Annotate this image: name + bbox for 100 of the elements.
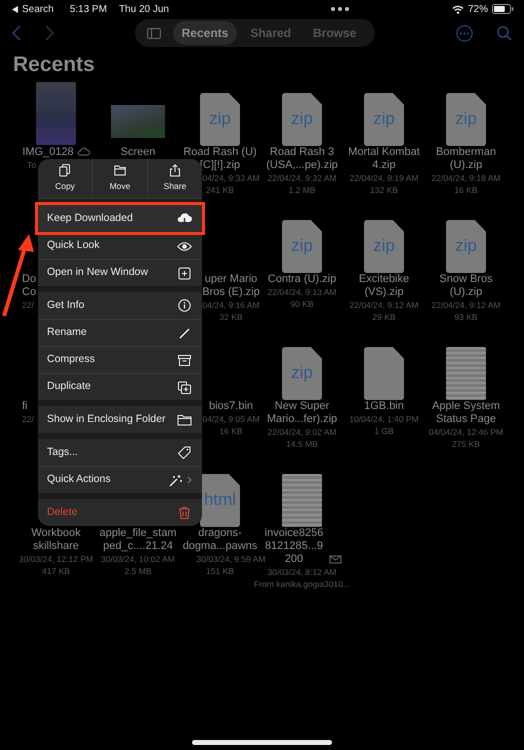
- file-date: To: [27, 159, 36, 171]
- action-button[interactable]: Share: [147, 159, 202, 198]
- battery-icon: [492, 4, 514, 14]
- file-size: From kanika.gogia3010...: [254, 578, 350, 590]
- document-thumbnail[interactable]: [282, 474, 322, 527]
- file-type-label: zip: [291, 234, 313, 257]
- action-button[interactable]: Move: [92, 159, 147, 198]
- file-name: Contra (U).zip: [266, 273, 338, 286]
- search-icon[interactable]: [496, 26, 512, 40]
- menu-item[interactable]: Get Info: [38, 292, 202, 319]
- magic-wand-icon: [168, 474, 183, 486]
- cloud-download-icon: [177, 212, 192, 225]
- battery-percent: 72%: [468, 2, 488, 16]
- file-type-label: zip: [455, 234, 477, 257]
- file-name: fi: [22, 400, 28, 413]
- file-size: 132 KB: [370, 184, 398, 196]
- file-date: 22/04/24, 9:13 AM: [268, 286, 336, 298]
- tab[interactable]: Recents: [172, 21, 238, 45]
- file-type-label: zip: [455, 108, 477, 130]
- trash-icon: [177, 506, 192, 519]
- file-type-label: zip: [373, 234, 395, 257]
- file-name: New Super Mario...fer).zip: [266, 400, 338, 426]
- multitasking-dots-icon[interactable]: [331, 7, 350, 11]
- file-name: Apple System Status Page: [431, 400, 501, 426]
- file-date: 30/03/24, 8:12 AM: [268, 566, 336, 578]
- back-label[interactable]: Search: [22, 2, 54, 16]
- screenshot-thumbnail[interactable]: [111, 105, 165, 138]
- wifi-icon: [452, 4, 464, 14]
- eye-icon: [177, 240, 192, 252]
- status-date: Thu 20 Jun: [118, 2, 169, 16]
- tag-icon: [177, 446, 192, 459]
- file-name: dragons-dogma...pawns: [182, 527, 258, 553]
- file-size: 417 KB: [42, 565, 70, 577]
- file-name: Co: [22, 286, 36, 299]
- file-info: 04/24, 9:16 AM: [202, 299, 260, 311]
- plus-square-icon: [177, 266, 192, 280]
- file-size: 29 KB: [372, 311, 396, 323]
- menu-item[interactable]: Rename: [38, 319, 202, 346]
- file-date: 22/04/24, 9:02 AM: [268, 426, 336, 438]
- file-type-label: zip: [373, 108, 395, 130]
- file-size: 1.2 MB: [288, 184, 316, 196]
- file-name: Bomberman (U).zip: [435, 146, 497, 172]
- file-date: 22/04/24, 9:12 AM: [350, 299, 418, 311]
- file-date: 22/04/24, 9:32 AM: [268, 172, 336, 184]
- file-name: apple_file_stam ped_c....21.24: [98, 527, 178, 553]
- file-type-label: html: [204, 488, 236, 511]
- menu-item[interactable]: Compress: [38, 346, 202, 373]
- file-size: 90 KB: [290, 298, 314, 310]
- file-size: 93 KB: [454, 311, 478, 323]
- pencil-icon: [177, 326, 192, 340]
- file-date: 04/04/24, 12:46 PM: [428, 426, 504, 438]
- file-icon[interactable]: [364, 347, 404, 400]
- chevron-icon: [187, 476, 192, 484]
- file-date: 10/04/24, 1:40 PM: [349, 413, 419, 425]
- file-size: 275 KB: [452, 438, 480, 450]
- menu-item[interactable]: Show in Enclosing Folder: [38, 406, 202, 433]
- file-name: Excitebike (VS).zip: [358, 273, 410, 299]
- folder-icon: [114, 164, 126, 178]
- copy-icon: [59, 164, 71, 178]
- forward-chevron-icon[interactable]: [45, 25, 54, 41]
- folder-icon: [177, 413, 192, 426]
- screenshot-thumbnail[interactable]: [36, 82, 76, 145]
- document-thumbnail[interactable]: [446, 347, 486, 400]
- more-icon[interactable]: [456, 24, 473, 42]
- menu-item[interactable]: Keep Downloaded: [38, 205, 202, 232]
- file-size: 151 KB: [206, 565, 234, 577]
- action-button[interactable]: Copy: [38, 159, 92, 198]
- back-triangle-icon: [12, 6, 18, 12]
- file-name: Screen: [120, 146, 156, 159]
- sidebar-icon[interactable]: [146, 28, 161, 38]
- file-date: 30/03/24, 12:12 PM: [18, 553, 94, 565]
- file-name: bios7.bin: [208, 400, 254, 413]
- file-name: IMG_0128: [22, 146, 74, 159]
- info-icon: [177, 299, 192, 312]
- file-size: 241 KB: [206, 184, 234, 196]
- duplicate-icon: [177, 380, 192, 394]
- status-time: 5:13 PM: [70, 2, 107, 16]
- file-size: 2.5 MB: [124, 565, 152, 577]
- menu-item[interactable]: Quick Look: [38, 232, 202, 259]
- file-size: 14.5 MB: [286, 438, 318, 450]
- file-date: 22/04/24, 9:18 AM: [432, 172, 500, 184]
- back-chevron-icon[interactable]: [12, 25, 21, 41]
- file-name: Snow Bros (U).zip: [438, 273, 494, 299]
- archive-box-icon: [177, 354, 192, 366]
- file-name: 1GB.bin: [363, 400, 405, 413]
- file-name: Workbook skillshare: [30, 527, 82, 553]
- file-name: Mortal Kombat 4.zip: [347, 146, 421, 172]
- menu-item[interactable]: Tags...: [38, 439, 202, 466]
- file-date: 30/03/24, 9:59 AM: [196, 553, 266, 565]
- file-info: 22/: [22, 299, 34, 311]
- file-date: 22/04/24, 9:12 AM: [432, 299, 500, 311]
- file-info: 04/24, 9:05 AM: [202, 413, 260, 425]
- file-type-label: zip: [291, 108, 313, 130]
- file-size: 16 KB: [454, 184, 478, 196]
- file-type-label: zip: [291, 362, 313, 384]
- file-type-label: zip: [209, 108, 231, 130]
- file-date: 04/24, 9:33 AM: [201, 172, 260, 184]
- page-title: Recents: [12, 52, 96, 78]
- file-date: 22/04/24, 9:19 AM: [350, 172, 418, 184]
- share-icon: [169, 164, 181, 178]
